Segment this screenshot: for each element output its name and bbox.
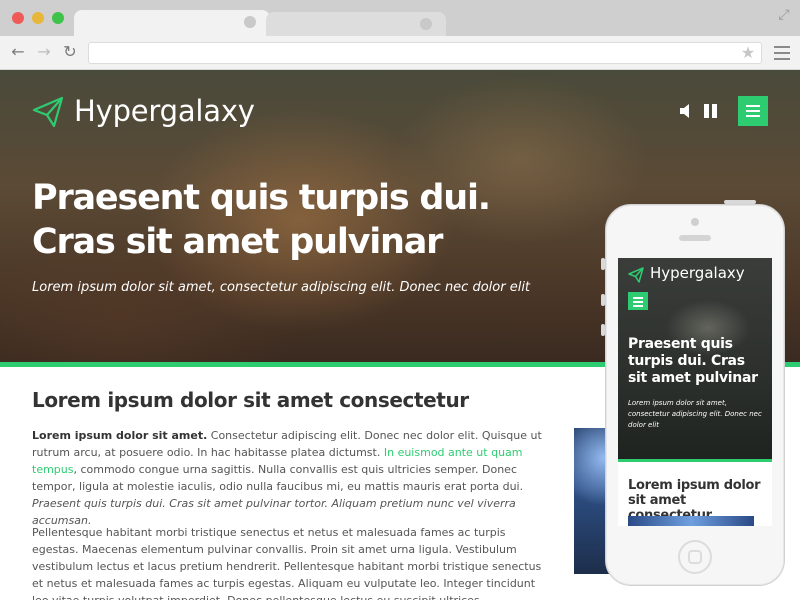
mobile-hero-subtitle: Lorem ipsum dolor sit amet, consectetur … — [628, 399, 762, 429]
phone-screen: Hypergalaxy Praesent quis turpis dui. Cr… — [618, 258, 772, 526]
expand-icon[interactable]: ⤢ — [776, 7, 792, 23]
paragraph-second: Pellentesque habitant morbi tristique se… — [32, 526, 542, 600]
hero-subtitle: Lorem ipsum dolor sit amet, consectetur … — [32, 280, 531, 295]
tab-close-icon[interactable] — [244, 16, 256, 28]
browser-toolbar: ← → ↻ ★ — [0, 36, 800, 70]
mobile-hero-title: Praesent quis turpis dui. Cras sit amet … — [628, 336, 758, 386]
pause-icon[interactable] — [704, 104, 718, 118]
phone-camera — [691, 218, 699, 226]
forward-arrow-icon[interactable]: → — [34, 42, 54, 62]
browser-tab-active[interactable] — [74, 10, 270, 36]
maximize-window-button[interactable] — [52, 12, 64, 24]
paragraph-text: , commodo congue urna sagittis. Nulla co… — [32, 463, 524, 493]
minimize-window-button[interactable] — [32, 12, 44, 24]
sound-icon[interactable] — [680, 104, 692, 118]
bookmark-star-icon[interactable]: ★ — [738, 42, 758, 64]
browser-titlebar: ⤢ — [0, 0, 800, 36]
tab-close-icon[interactable] — [420, 18, 432, 30]
mobile-concert-image — [628, 516, 754, 526]
browser-tab-new[interactable] — [266, 12, 446, 36]
mobile-brand-logo-text[interactable]: Hypergalaxy — [650, 264, 745, 282]
phone-speaker — [679, 235, 711, 241]
phone-home-button-icon — [688, 550, 702, 564]
hero-title: Praesent quis turpis dui. Cras sit amet … — [32, 178, 491, 262]
browser-menu-icon[interactable] — [774, 46, 790, 60]
address-bar-input[interactable] — [88, 42, 762, 64]
paragraph-intro: Lorem ipsum dolor sit amet. Consectetur … — [32, 427, 552, 529]
reload-icon[interactable]: ↻ — [60, 42, 80, 62]
paper-plane-logo-icon — [32, 96, 64, 128]
paragraph-bold-lead: Lorem ipsum dolor sit amet. — [32, 429, 208, 442]
mobile-accent-divider — [618, 459, 772, 462]
brand-logo-text[interactable]: Hypergalaxy — [74, 94, 255, 128]
hamburger-menu-button[interactable] — [738, 96, 768, 126]
paragraph-italic: Praesent quis turpis dui. Cras sit amet … — [32, 497, 516, 527]
back-arrow-icon[interactable]: ← — [8, 42, 28, 62]
paper-plane-logo-icon — [628, 267, 644, 283]
mobile-hamburger-menu-button[interactable] — [628, 292, 648, 310]
close-window-button[interactable] — [12, 12, 24, 24]
content-heading: Lorem ipsum dolor sit amet consectetur — [32, 388, 469, 412]
